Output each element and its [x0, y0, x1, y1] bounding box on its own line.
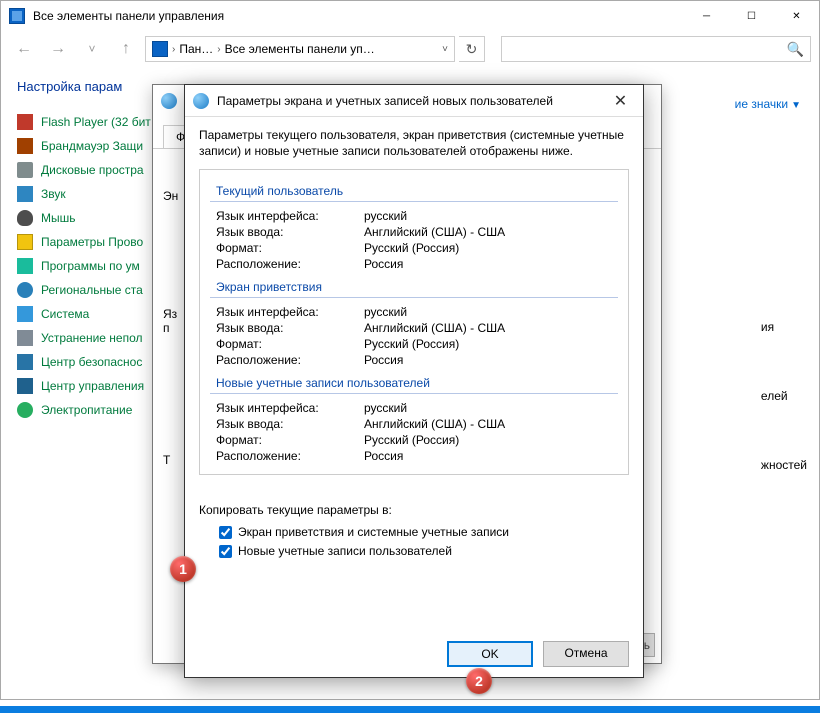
globe-icon	[193, 93, 209, 109]
close-button[interactable]: ✕	[598, 86, 643, 116]
settings-groupbox: Текущий пользователь Язык интерфейса:рус…	[199, 169, 629, 475]
checkbox-new-accounts[interactable]: Новые учетные записи пользователей	[219, 544, 629, 558]
flash-icon	[17, 114, 33, 130]
checkbox-input[interactable]	[219, 545, 232, 558]
maximize-button[interactable]: ☐	[729, 1, 774, 31]
explorer-icon	[17, 234, 33, 250]
control-panel-icon	[9, 8, 25, 24]
power-icon	[17, 402, 33, 418]
disk-icon	[17, 162, 33, 178]
search-icon: 🔍	[787, 41, 804, 58]
group-current-user: Текущий пользователь	[210, 182, 618, 202]
breadcrumb-icon	[152, 41, 168, 57]
chevron-right-icon: ›	[217, 44, 220, 55]
admin-icon	[17, 378, 33, 394]
titlebar: Все элементы панели управления ─ ☐ ✕	[1, 1, 819, 31]
forward-button[interactable]: →	[43, 35, 73, 63]
dialog-title: Параметры экрана и учетных записей новых…	[217, 94, 598, 108]
checkbox-input[interactable]	[219, 526, 232, 539]
copy-section: Копировать текущие параметры в: Экран пр…	[199, 503, 629, 558]
group-welcome-screen: Экран приветствия	[210, 278, 618, 298]
programs-icon	[17, 258, 33, 274]
checkbox-welcome-screen[interactable]: Экран приветствия и системные учетные за…	[219, 525, 629, 539]
back-button[interactable]: ←	[9, 35, 39, 63]
breadcrumb-seg2[interactable]: Все элементы панели уп…	[225, 42, 375, 56]
chevron-down-icon[interactable]: ˅	[442, 44, 448, 55]
titlebar: Параметры экрана и учетных записей новых…	[185, 85, 643, 117]
mouse-icon	[17, 210, 33, 226]
globe-icon	[161, 93, 177, 109]
wrench-icon	[17, 330, 33, 346]
group-new-accounts: Новые учетные записи пользователей	[210, 374, 618, 394]
breadcrumb[interactable]: › Пан… › Все элементы панели уп… ˅	[145, 36, 455, 62]
chevron-right-icon: ›	[172, 44, 175, 55]
copy-heading: Копировать текущие параметры в:	[199, 503, 629, 517]
dialog-description: Параметры текущего пользователя, экран п…	[199, 127, 629, 159]
search-input[interactable]: 🔍	[501, 36, 811, 62]
history-dropdown[interactable]: ˅	[77, 35, 107, 63]
nav-bar: ← → ˅ ↑ › Пан… › Все элементы панели уп……	[1, 31, 819, 67]
obscured-text: ия елей жностей	[761, 265, 807, 527]
taskbar-strip	[0, 706, 820, 713]
firewall-icon	[17, 138, 33, 154]
close-button[interactable]: ✕	[774, 1, 819, 31]
up-button[interactable]: ↑	[111, 35, 141, 63]
globe-icon	[17, 282, 33, 298]
cancel-button[interactable]: Отмена	[543, 641, 629, 667]
breadcrumb-seg1[interactable]: Пан…	[179, 42, 213, 56]
welcome-new-user-dialog: Параметры экрана и учетных записей новых…	[184, 84, 644, 678]
refresh-button[interactable]: ↻	[459, 36, 485, 62]
dialog-body: Параметры текущего пользователя, экран п…	[185, 117, 643, 573]
annotation-marker-1: 1	[170, 556, 196, 582]
system-icon	[17, 306, 33, 322]
flag-icon	[17, 354, 33, 370]
dialog-footer: OK Отмена	[447, 641, 629, 667]
window-title: Все элементы панели управления	[33, 9, 684, 23]
view-dropdown[interactable]: ие значки▼	[735, 97, 801, 111]
ok-button[interactable]: OK	[447, 641, 533, 667]
annotation-marker-2: 2	[466, 668, 492, 694]
minimize-button[interactable]: ─	[684, 1, 729, 31]
sound-icon	[17, 186, 33, 202]
chevron-down-icon: ▼	[791, 100, 801, 111]
